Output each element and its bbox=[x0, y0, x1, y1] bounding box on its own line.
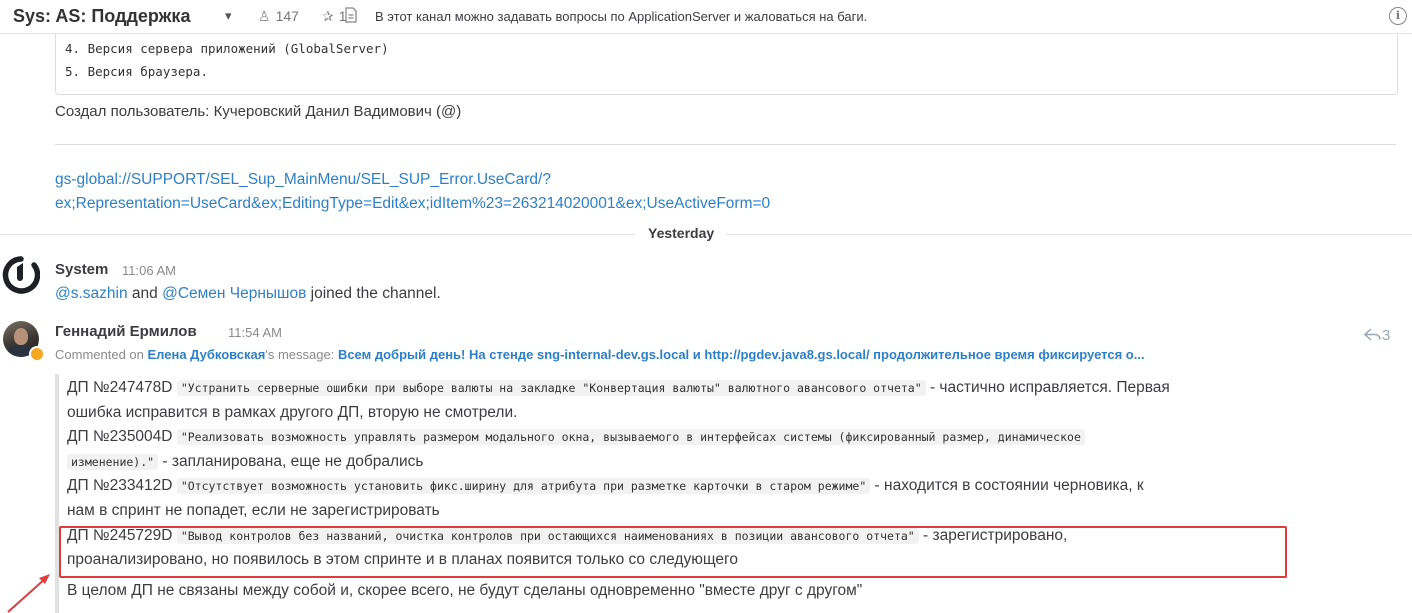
task-id: ДП №245729D bbox=[67, 526, 173, 544]
channel-purpose: В этот канал можно задавать вопросы по A… bbox=[375, 9, 868, 24]
link-line: ex;Representation=UseCard&ex;EditingType… bbox=[55, 195, 771, 212]
system-logo-icon bbox=[2, 256, 41, 294]
created-by-text: Создал пользователь: Кучеровский Данил В… bbox=[55, 103, 462, 120]
reply-arrow-icon bbox=[1363, 328, 1381, 341]
code-line: 5. Версия браузера. bbox=[65, 64, 208, 79]
task-id: ДП №247478D bbox=[67, 379, 173, 396]
message-text: joined the channel. bbox=[306, 285, 441, 302]
post-time[interactable]: 11:54 AM bbox=[228, 325, 282, 340]
message-body: ДП №247478D "Устранить серверные ошибки … bbox=[67, 376, 1397, 603]
item-text: ошибка исправится в рамках другого ДП, в… bbox=[67, 403, 518, 421]
post-author[interactable]: System bbox=[55, 261, 108, 278]
list-item: ДП №247478D "Устранить серверные ошибки … bbox=[67, 376, 1397, 425]
commented-on-line: Commented on Елена Дубковская's message:… bbox=[55, 347, 1400, 362]
member-count: 147 bbox=[275, 8, 299, 24]
divider bbox=[55, 144, 1396, 145]
mention-link[interactable]: @s.sazhin bbox=[55, 285, 128, 302]
channel-name[interactable]: Sys: AS: Поддержка bbox=[13, 6, 190, 27]
item-text: - находится в состоянии черновика, к bbox=[870, 477, 1144, 495]
commented-user-link[interactable]: Елена Дубковская bbox=[148, 347, 266, 362]
mention-link[interactable]: @Семен Чернышов bbox=[162, 285, 306, 302]
chevron-down-icon[interactable]: ▾ bbox=[225, 8, 232, 24]
code-line: 4. Версия сервера приложений (GlobalServ… bbox=[65, 41, 389, 56]
post-time[interactable]: 11:06 AM bbox=[122, 263, 176, 278]
summary-text: В целом ДП не связаны между собой и, ско… bbox=[67, 581, 863, 599]
message-text: and bbox=[127, 285, 163, 302]
inline-code: изменение)." bbox=[67, 453, 159, 470]
reply-count-button[interactable]: 3 bbox=[1363, 327, 1391, 344]
info-icon[interactable]: i bbox=[1389, 7, 1407, 25]
task-id: ДП №235004D bbox=[67, 428, 173, 446]
item-text: - запланирована, еще не добрались bbox=[158, 452, 424, 470]
purpose-doc-icon bbox=[344, 7, 358, 26]
inline-code: "Устранить серверные ошибки при выборе в… bbox=[176, 380, 926, 396]
inline-code: "Вывод контролов без названий, очистка к… bbox=[176, 527, 919, 544]
pin-icon: ✰ bbox=[322, 8, 334, 24]
task-id: ДП №233412D bbox=[67, 477, 173, 495]
item-text: проанализировано, но появилось в этом сп… bbox=[67, 551, 738, 569]
list-item: ДП №233412D "Отсутствует возможность уст… bbox=[67, 474, 1397, 523]
parent-message-link[interactable]: Всем добрый день! На стенде sng-internal… bbox=[338, 347, 1145, 362]
gs-global-link[interactable]: gs-global://SUPPORT/SEL_Sup_MainMenu/SEL… bbox=[55, 168, 770, 216]
commented-mid: 's message: bbox=[265, 347, 338, 362]
item-text: - зарегистрировано, bbox=[918, 526, 1068, 544]
commented-prefix: Commented on bbox=[55, 347, 148, 362]
list-item-highlighted: ДП №245729D "Вывод контролов без названи… bbox=[67, 524, 1397, 573]
members-icon: ♙ bbox=[258, 8, 271, 24]
inline-code: "Отсутствует возможность установить фикс… bbox=[176, 478, 871, 495]
inline-code: "Реализовать возможность управлять разме… bbox=[176, 429, 1085, 446]
date-separator: Yesterday bbox=[636, 225, 727, 241]
status-away-icon bbox=[29, 346, 45, 362]
item-text: нам в спринт не попадет, если не зарегис… bbox=[67, 501, 440, 519]
link-line: gs-global://SUPPORT/SEL_Sup_MainMenu/SEL… bbox=[55, 171, 551, 188]
list-item: ДП №235004D "Реализовать возможность упр… bbox=[67, 425, 1397, 474]
channel-header: Sys: AS: Поддержка ▾ ♙ 147 ✰ 1 В этот кана… bbox=[0, 0, 1412, 34]
reply-count: 3 bbox=[1382, 327, 1391, 344]
member-count-button[interactable]: ♙ 147 bbox=[258, 8, 299, 25]
post-author[interactable]: Геннадий Ермилов bbox=[55, 323, 197, 340]
pinned-button[interactable]: ✰ 1 bbox=[322, 8, 347, 25]
system-message: @s.sazhin and @Семен Чернышов joined the… bbox=[55, 285, 441, 303]
item-text: - частично исправляется. Первая bbox=[925, 379, 1170, 396]
annotation-arrow-icon bbox=[7, 574, 50, 613]
